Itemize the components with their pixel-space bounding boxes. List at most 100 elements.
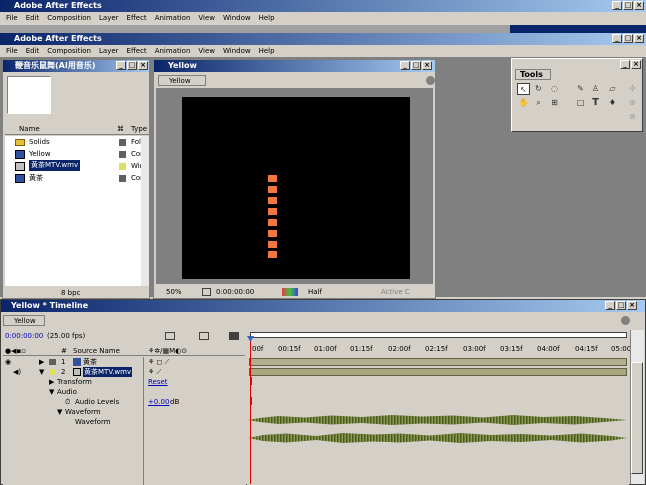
comp-maximize-button[interactable]: □ [411,61,421,70]
layer-name-selected[interactable]: 黄茶MTV.wmv [83,367,133,377]
playhead[interactable] [250,336,251,484]
timeline-title-bar[interactable]: Yellow * Timeline [1,300,645,312]
menu-animation[interactable]: Animation [151,12,195,24]
comp-canvas[interactable] [182,97,410,279]
layer-switches[interactable]: ⚘ ◻ ⟋ [148,357,169,367]
expand-triangle-icon[interactable]: ▶ [49,377,54,387]
clone-stamp-icon[interactable]: ♙ [589,83,602,95]
collapse-triangle-icon[interactable]: ▼ [57,407,62,417]
menu-view[interactable]: View [194,12,219,24]
outer-maximize-button[interactable]: □ [623,1,633,10]
tools-close-button[interactable]: × [631,60,641,69]
project-maximize-button[interactable]: □ [127,61,137,70]
reset-link[interactable]: Reset [148,377,168,387]
menu-file[interactable]: File [2,45,22,57]
world-axis-icon[interactable]: ⊕ [626,97,639,109]
layer-row[interactable]: ◉ ▶ 1 黄茶 ⚘ ◻ ⟋ [3,357,246,367]
list-item[interactable]: Solids Fol [5,136,141,148]
comp-title-bar[interactable]: Yellow [154,60,435,72]
project-close-button[interactable]: × [138,61,148,70]
zoom-dropdown[interactable]: 50% [166,286,182,298]
bpc-label[interactable]: 8 bpc [61,288,80,298]
speaker-icon[interactable]: ◀) [13,367,21,377]
timeline-options-icon[interactable] [621,316,630,325]
layer-bar[interactable] [249,358,627,366]
menu-edit[interactable]: Edit [22,45,44,57]
layer-switches[interactable]: ⚘ ⟋ [148,367,161,377]
menu-effect[interactable]: Effect [123,12,151,24]
rectangle-mask-icon[interactable]: □ [574,97,587,109]
outer-close-button[interactable]: × [634,1,644,10]
menu-composition[interactable]: Composition [43,12,95,24]
menu-effect[interactable]: Effect [123,45,151,57]
text-tool-icon[interactable]: T [589,97,602,109]
menu-composition[interactable]: Composition [43,45,95,57]
tools-title-bar[interactable]: Tools [515,69,551,80]
camera-icon[interactable] [202,288,211,296]
brush-tool-icon[interactable]: ✎ [574,83,587,95]
col-name-label[interactable]: Name [19,125,40,133]
list-item[interactable]: 黄茶 Com [5,172,147,184]
time-ruler[interactable]: 00f 00:15f 01:00f 01:15f 02:00f 02:15f 0… [248,330,631,356]
orbit-camera-icon[interactable]: ◌ [548,83,561,95]
timeline-tab[interactable]: Yellow [3,315,45,326]
menu-layer[interactable]: Layer [95,12,123,24]
selection-tool-icon[interactable]: ↖ [517,83,530,95]
menu-layer[interactable]: Layer [95,45,123,57]
menu-view[interactable]: View [194,45,219,57]
property-row[interactable]: ▼ Waveform [3,407,246,417]
comp-options-icon[interactable] [426,76,435,85]
property-row[interactable]: Waveform [3,417,246,427]
motion-blur-icon[interactable] [199,332,209,340]
hand-tool-icon[interactable]: ✋ [517,97,530,109]
outer-minimize-button[interactable]: _ [612,1,622,10]
comp-tab[interactable]: Yellow [158,75,206,86]
zoom-tool-icon[interactable]: ⌕ [532,97,545,109]
property-row[interactable]: ▼ Audio [3,387,246,397]
comp-timecode[interactable]: 0:00:00:00 [216,286,254,298]
comp-close-button[interactable]: × [422,61,432,70]
comp-minimize-button[interactable]: _ [400,61,410,70]
col-type-label[interactable]: Type [131,125,147,133]
menu-edit[interactable]: Edit [22,12,44,24]
timeline-timecode[interactable]: 0:00:00:00 [5,330,43,342]
menu-help[interactable]: Help [255,45,279,57]
project-scrollbar[interactable] [141,136,149,286]
list-item[interactable]: Yellow Com [5,148,147,160]
menu-window[interactable]: Window [219,45,255,57]
rotation-tool-icon[interactable]: ↻ [532,83,545,95]
resolution-dropdown[interactable]: Half [308,286,322,298]
collapse-triangle-icon[interactable]: ▼ [49,387,54,397]
inner-close-button[interactable]: × [634,34,644,43]
pan-behind-icon[interactable]: ⊞ [548,97,561,109]
timeline-minimize-button[interactable]: _ [605,301,615,310]
tools-minimize-button[interactable]: _ [620,60,630,69]
outer-title-bar[interactable]: Adobe After Effects [0,0,646,12]
property-row[interactable]: ⏱ Audio Levels +0.00 dB [3,397,246,407]
inner-minimize-button[interactable]: _ [612,34,622,43]
comp-marker-icon[interactable] [165,332,175,340]
layer-row[interactable]: ◀) ▼ 2 黄茶MTV.wmv ⚘ ⟋ [3,367,246,377]
inner-title-bar[interactable]: Adobe After Effects [0,33,646,45]
property-row[interactable]: ▶ Transform Reset [3,377,246,387]
audio-levels-value[interactable]: +0.00 [148,397,169,407]
layer-name[interactable]: 黄茶 [83,357,97,367]
inner-maximize-button[interactable]: □ [623,34,633,43]
timeline-maximize-button[interactable]: □ [616,301,626,310]
view-axis-icon[interactable]: ⊗ [626,111,639,123]
menu-window[interactable]: Window [219,12,255,24]
timeline-close-button[interactable]: × [627,301,637,310]
menu-file[interactable]: File [2,12,22,24]
menu-help[interactable]: Help [255,12,279,24]
scroll-thumb[interactable] [631,362,643,474]
camera-dropdown[interactable]: Active C [381,286,410,298]
project-minimize-button[interactable]: _ [116,61,126,70]
collapse-triangle-icon[interactable]: ▼ [39,367,44,377]
color-channel-icon[interactable] [282,288,298,296]
list-item[interactable]: 黄茶MTV.wmv Win [5,160,144,172]
expand-triangle-icon[interactable]: ▶ [39,357,44,367]
eye-icon[interactable]: ◉ [5,357,11,367]
eraser-tool-icon[interactable]: ▱ [606,83,619,95]
local-axis-icon[interactable]: ✣ [626,83,639,95]
pen-tool-icon[interactable]: ♦ [606,97,619,109]
